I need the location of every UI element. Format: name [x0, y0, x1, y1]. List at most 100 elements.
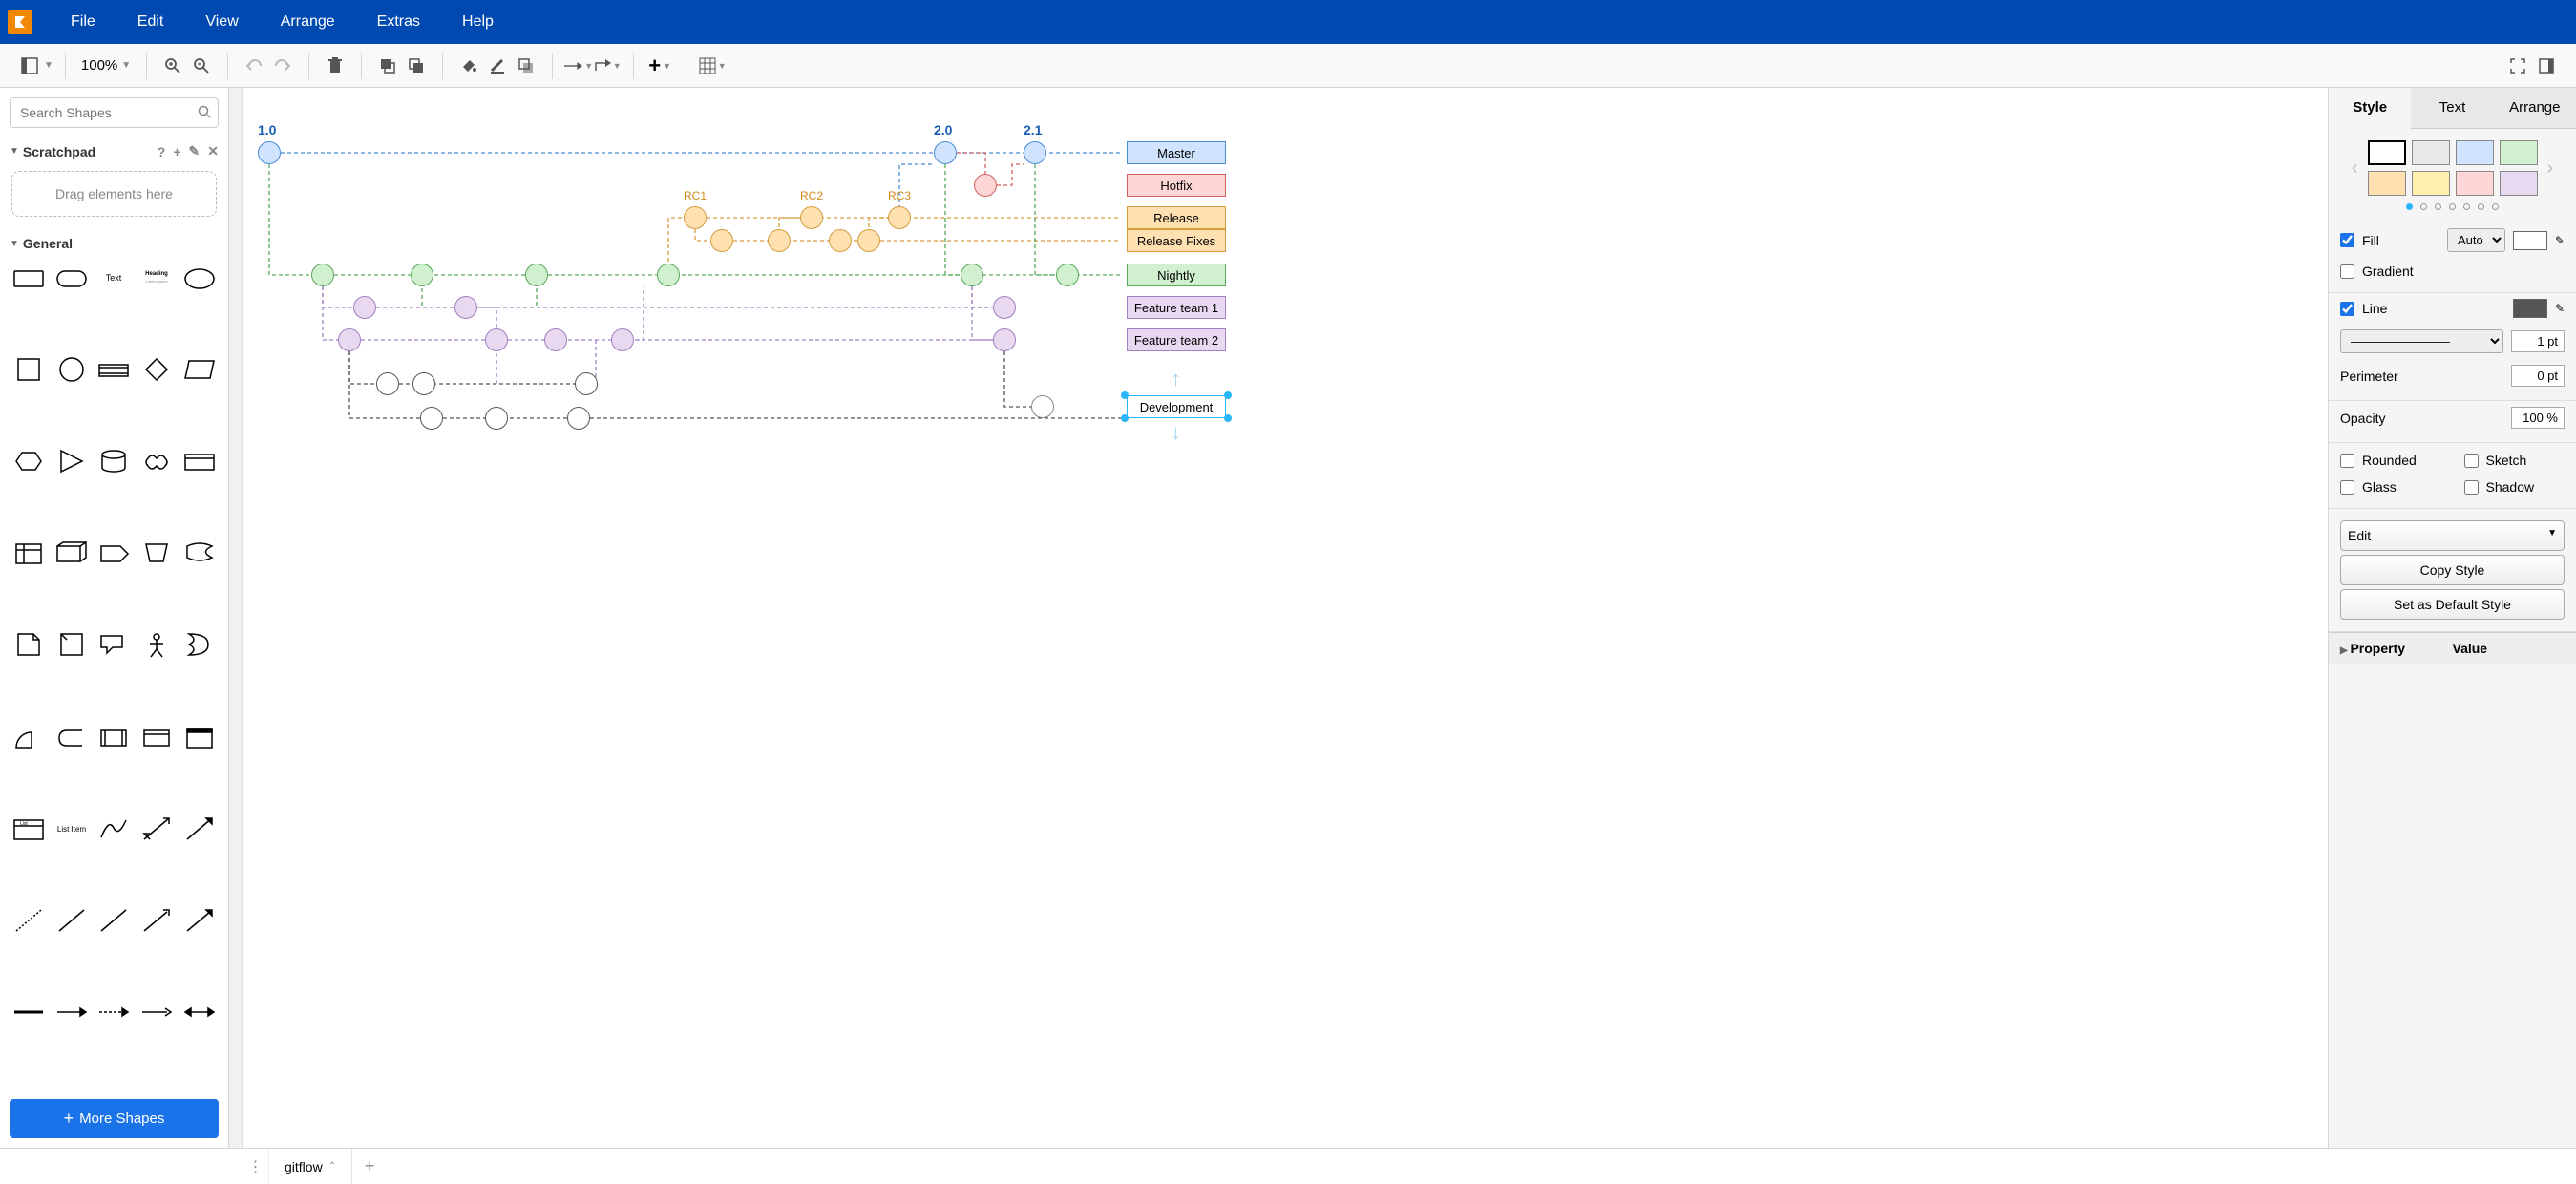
scratchpad-close-icon[interactable]: ✕ — [207, 143, 219, 159]
shape-palette-item[interactable] — [179, 814, 219, 844]
set-default-style-button[interactable]: Set as Default Style — [2340, 589, 2565, 620]
shadow-checkbox[interactable] — [2464, 480, 2479, 495]
swatch-red[interactable] — [2456, 171, 2494, 196]
version-label[interactable]: 2.0 — [934, 122, 952, 137]
scratchpad-help-icon[interactable]: ? — [158, 144, 166, 159]
pencil-icon[interactable]: ✎ — [2555, 302, 2565, 315]
zoom-in-button[interactable] — [158, 52, 187, 80]
fill-color-button[interactable] — [454, 52, 483, 80]
rounded-checkbox[interactable] — [2340, 454, 2354, 468]
commit-node[interactable] — [1056, 264, 1079, 286]
shadow-button[interactable] — [512, 52, 540, 80]
shape-palette-item[interactable] — [53, 722, 92, 752]
line-style-select[interactable]: ———————— — [2340, 329, 2503, 353]
swatch-grey[interactable] — [2412, 140, 2450, 165]
shape-palette-item[interactable]: List — [10, 814, 49, 844]
shape-palette-item[interactable] — [95, 997, 134, 1027]
commit-node[interactable] — [485, 328, 508, 351]
edit-style-button[interactable]: Edit▼ — [2340, 520, 2565, 551]
table-button[interactable]: ▼ — [698, 52, 727, 80]
swatch-yellow[interactable] — [2412, 171, 2450, 196]
shape-palette-item[interactable] — [137, 905, 177, 936]
shape-palette-item[interactable] — [179, 446, 219, 476]
menu-view[interactable]: View — [184, 0, 259, 44]
commit-node[interactable] — [485, 407, 508, 430]
shape-palette-item[interactable] — [10, 354, 49, 385]
waypoints-button[interactable]: ▼ — [593, 52, 622, 80]
swatch-orange[interactable] — [2368, 171, 2406, 196]
swatch-prev-icon[interactable]: ‹ — [2348, 158, 2362, 180]
swatch-blue[interactable] — [2456, 140, 2494, 165]
resize-arrow-icon[interactable]: ↑ — [1171, 367, 1181, 391]
sketch-checkbox[interactable] — [2464, 454, 2479, 468]
commit-node[interactable] — [567, 407, 590, 430]
scratchpad-edit-icon[interactable]: ✎ — [189, 143, 201, 159]
zoom-out-button[interactable] — [187, 52, 216, 80]
undo-button[interactable] — [240, 52, 268, 80]
commit-node[interactable] — [525, 264, 548, 286]
shape-palette-item[interactable] — [95, 814, 134, 844]
perimeter-input[interactable] — [2511, 365, 2565, 387]
shape-palette-item[interactable] — [53, 354, 92, 385]
menu-help[interactable]: Help — [441, 0, 515, 44]
scrollbar-gutter[interactable] — [229, 88, 243, 1148]
shape-palette-item[interactable] — [137, 997, 177, 1027]
shape-palette-item[interactable] — [95, 722, 134, 752]
shape-palette-item[interactable] — [137, 814, 177, 844]
commit-node[interactable] — [611, 328, 634, 351]
commit-node[interactable] — [710, 229, 733, 252]
shape-palette-item[interactable] — [53, 905, 92, 936]
lane-label[interactable]: Hotfix — [1127, 174, 1226, 197]
commit-node[interactable] — [1024, 141, 1046, 164]
resize-arrow-icon[interactable]: ↓ — [1171, 420, 1181, 445]
shape-palette-item[interactable] — [137, 446, 177, 476]
search-shapes-input[interactable] — [10, 97, 219, 128]
shape-palette-item[interactable] — [179, 263, 219, 293]
commit-node[interactable] — [800, 206, 823, 229]
format-tab-arrange[interactable]: Arrange — [2494, 88, 2576, 128]
commit-node[interactable] — [768, 229, 791, 252]
insert-button[interactable]: +▼ — [645, 52, 674, 80]
shape-palette-item[interactable] — [95, 629, 134, 660]
shape-palette-item[interactable] — [179, 722, 219, 752]
menu-file[interactable]: File — [50, 0, 116, 44]
fill-color-chip[interactable] — [2513, 231, 2547, 250]
shape-palette-item[interactable]: List Item — [53, 814, 92, 844]
page-tab-gitflow[interactable]: gitflow⌃ — [269, 1149, 352, 1184]
menu-arrange[interactable]: Arrange — [260, 0, 356, 44]
fill-mode-select[interactable]: Auto — [2447, 228, 2505, 252]
shape-palette-item[interactable] — [179, 997, 219, 1027]
to-back-button[interactable] — [402, 52, 431, 80]
selection-handle[interactable] — [1224, 391, 1232, 399]
zoom-level[interactable]: 100%▼ — [77, 57, 135, 74]
commit-node[interactable] — [857, 229, 880, 252]
selection-handle[interactable] — [1121, 391, 1129, 399]
shape-palette-item[interactable]: Text — [95, 263, 134, 293]
app-logo-icon[interactable] — [8, 10, 32, 34]
shape-palette-item[interactable] — [95, 538, 134, 568]
swatch-white[interactable] — [2368, 140, 2406, 165]
scratchpad-dropzone[interactable]: Drag elements here — [11, 171, 217, 217]
lane-label[interactable]: Release — [1127, 206, 1226, 229]
glass-checkbox[interactable] — [2340, 480, 2354, 495]
shape-palette-item[interactable] — [137, 629, 177, 660]
add-page-button[interactable]: + — [352, 1149, 387, 1184]
lane-label[interactable]: Release Fixes — [1127, 229, 1226, 252]
shape-palette-item[interactable] — [10, 722, 49, 752]
shape-palette-item[interactable] — [10, 629, 49, 660]
format-tab-text[interactable]: Text — [2411, 88, 2493, 128]
swatch-green[interactable] — [2500, 140, 2538, 165]
selection-handle[interactable] — [1121, 414, 1129, 422]
menu-edit[interactable]: Edit — [116, 0, 185, 44]
opacity-input[interactable] — [2511, 407, 2565, 429]
commit-node[interactable] — [829, 229, 852, 252]
shape-palette-item[interactable] — [10, 905, 49, 936]
line-checkbox[interactable] — [2340, 302, 2354, 316]
shape-palette-item[interactable] — [53, 997, 92, 1027]
shape-palette-item[interactable] — [53, 263, 92, 293]
commit-node[interactable] — [934, 141, 957, 164]
copy-style-button[interactable]: Copy Style — [2340, 555, 2565, 585]
commit-node[interactable] — [412, 372, 435, 395]
menu-extras[interactable]: Extras — [356, 0, 441, 44]
shape-palette-item[interactable] — [10, 538, 49, 568]
